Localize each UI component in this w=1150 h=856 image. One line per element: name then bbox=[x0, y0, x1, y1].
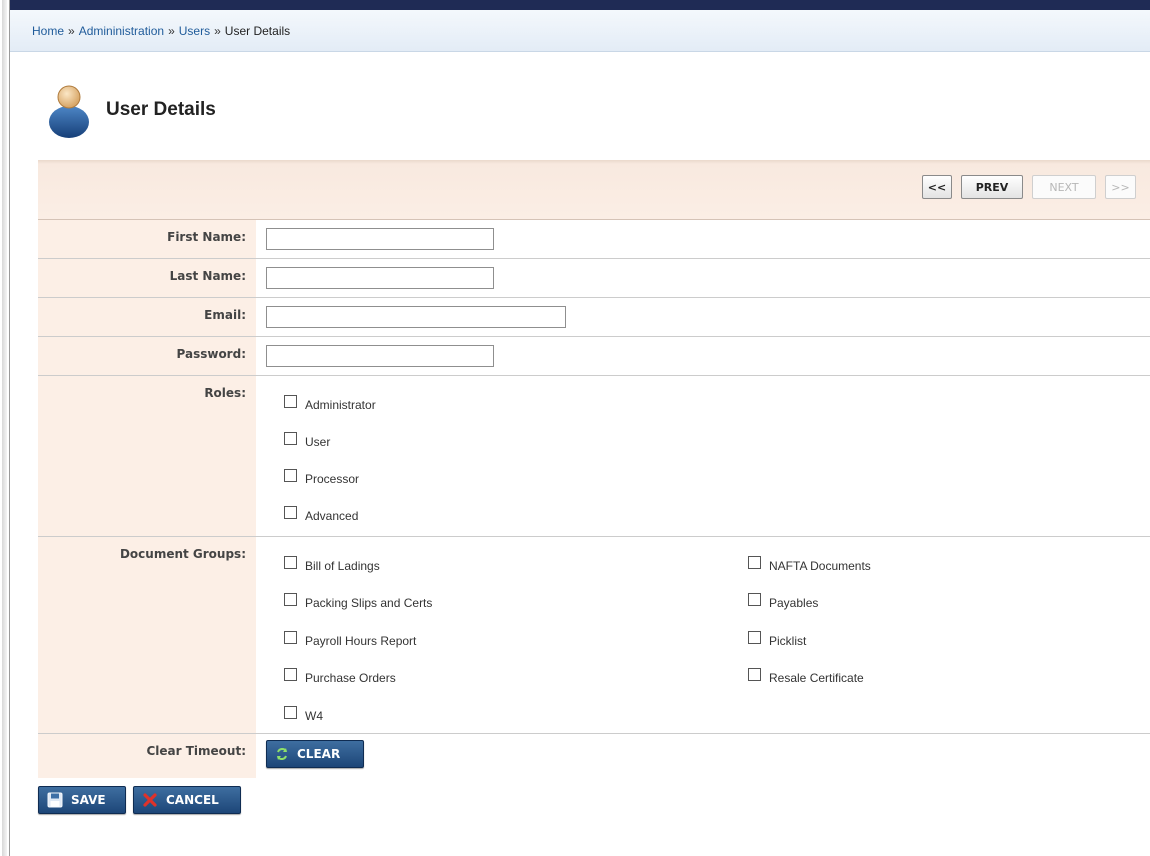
password-row: Password: bbox=[38, 337, 1150, 376]
breadcrumb-current: User Details bbox=[224, 24, 291, 38]
breadcrumb: Home» Admininistration» Users» User Details bbox=[10, 10, 1150, 52]
doc-group-packing-slips[interactable]: Packing Slips and Certs bbox=[266, 583, 730, 620]
doc-group-payables[interactable]: Payables bbox=[730, 583, 1030, 620]
clear-timeout-row: Clear Timeout: CLEAR bbox=[38, 734, 1150, 778]
first-name-field[interactable] bbox=[266, 228, 494, 250]
doc-group-resale-certificate[interactable]: Resale Certificate bbox=[730, 658, 1030, 695]
last-name-label: Last Name: bbox=[38, 259, 256, 297]
email-label: Email: bbox=[38, 298, 256, 336]
role-processor[interactable]: Processor bbox=[266, 458, 1150, 495]
email-field[interactable] bbox=[266, 306, 566, 328]
user-icon bbox=[49, 85, 89, 138]
doc-group-payroll-hours[interactable]: Payroll Hours Report bbox=[266, 620, 730, 657]
checkbox-label: User bbox=[305, 434, 331, 449]
checkbox-label: Processor bbox=[305, 471, 360, 486]
roles-list: Administrator User Processor Advanced bbox=[256, 376, 1150, 536]
doc-group-checkbox[interactable] bbox=[284, 593, 297, 607]
breadcrumb-separator: » bbox=[214, 24, 221, 38]
roles-label: Roles: bbox=[38, 376, 256, 536]
next-button[interactable]: NEXT bbox=[1032, 175, 1096, 199]
form-actions: SAVE CANCEL bbox=[38, 786, 241, 814]
prev-button[interactable]: PREV bbox=[961, 175, 1023, 199]
save-button[interactable]: SAVE bbox=[38, 786, 126, 814]
breadcrumb-separator: » bbox=[68, 24, 75, 38]
floppy-disk-icon bbox=[47, 792, 63, 808]
doc-group-nafta-documents[interactable]: NAFTA Documents bbox=[730, 545, 1030, 582]
role-user[interactable]: User bbox=[266, 421, 1150, 458]
checkbox-label: Resale Certificate bbox=[769, 671, 864, 686]
last-name-field[interactable] bbox=[266, 267, 494, 289]
clear-timeout-button[interactable]: CLEAR bbox=[266, 740, 364, 768]
refresh-icon bbox=[277, 748, 287, 760]
role-administrator[interactable]: Administrator bbox=[266, 384, 1150, 421]
doc-group-checkbox[interactable] bbox=[748, 555, 761, 569]
red-x-icon bbox=[143, 793, 157, 807]
checkbox-label: Packing Slips and Certs bbox=[305, 596, 433, 611]
save-button-label: SAVE bbox=[71, 793, 106, 807]
doc-group-checkbox[interactable] bbox=[284, 705, 297, 719]
email-row: Email: bbox=[38, 298, 1150, 337]
page-header: User Details bbox=[46, 82, 216, 138]
role-advanced[interactable]: Advanced bbox=[266, 495, 1150, 532]
password-label: Password: bbox=[38, 337, 256, 375]
last-page-button[interactable]: >> bbox=[1105, 175, 1136, 199]
doc-group-checkbox[interactable] bbox=[748, 630, 761, 644]
doc-group-purchase-orders[interactable]: Purchase Orders bbox=[266, 658, 730, 695]
clear-button-label: CLEAR bbox=[297, 747, 341, 761]
first-page-button[interactable]: << bbox=[922, 175, 952, 199]
breadcrumb-link-administration[interactable]: Admininistration bbox=[79, 24, 164, 38]
checkbox-label: Picklist bbox=[769, 633, 807, 648]
top-strip bbox=[10, 0, 1150, 10]
checkbox-label: NAFTA Documents bbox=[769, 558, 871, 573]
document-groups-list: Bill of Ladings NAFTA Documents Packing … bbox=[256, 537, 1150, 733]
cancel-button[interactable]: CANCEL bbox=[133, 786, 241, 814]
user-details-form: << PREV NEXT >> First Name: Last Name: E… bbox=[38, 160, 1150, 778]
doc-group-bill-of-ladings[interactable]: Bill of Ladings bbox=[266, 545, 730, 582]
breadcrumb-link-home[interactable]: Home bbox=[32, 24, 64, 38]
clear-timeout-label: Clear Timeout: bbox=[38, 734, 256, 778]
checkbox-label: W4 bbox=[305, 708, 323, 723]
password-field[interactable] bbox=[266, 345, 494, 367]
pager: << PREV NEXT >> bbox=[922, 175, 1136, 199]
doc-group-checkbox[interactable] bbox=[284, 555, 297, 569]
first-name-label: First Name: bbox=[38, 220, 256, 258]
checkbox-label: Advanced bbox=[305, 508, 359, 523]
role-user-checkbox[interactable] bbox=[284, 431, 297, 445]
doc-group-w4[interactable]: W4 bbox=[266, 695, 730, 732]
role-advanced-checkbox[interactable] bbox=[284, 505, 297, 519]
checkbox-label: Administrator bbox=[305, 397, 376, 412]
checkbox-label: Purchase Orders bbox=[305, 671, 396, 686]
breadcrumb-separator: » bbox=[168, 24, 175, 38]
checkbox-label: Payroll Hours Report bbox=[305, 633, 417, 648]
breadcrumb-link-users[interactable]: Users bbox=[179, 24, 210, 38]
cancel-button-label: CANCEL bbox=[166, 793, 219, 807]
pager-bar: << PREV NEXT >> bbox=[38, 160, 1150, 220]
checkbox-label: Payables bbox=[769, 596, 819, 611]
document-groups-row: Document Groups: Bill of Ladings NAFTA D… bbox=[38, 537, 1150, 734]
roles-row: Roles: Administrator User Processor Adva… bbox=[38, 376, 1150, 537]
left-window-edge bbox=[0, 0, 10, 856]
checkbox-label: Bill of Ladings bbox=[305, 558, 380, 573]
document-groups-label: Document Groups: bbox=[38, 537, 256, 733]
page-title: User Details bbox=[106, 99, 216, 120]
doc-group-checkbox[interactable] bbox=[748, 668, 761, 682]
doc-group-checkbox[interactable] bbox=[748, 593, 761, 607]
doc-group-checkbox[interactable] bbox=[284, 668, 297, 682]
doc-group-picklist[interactable]: Picklist bbox=[730, 620, 1030, 657]
role-administrator-checkbox[interactable] bbox=[284, 394, 297, 408]
first-name-row: First Name: bbox=[38, 220, 1150, 259]
last-name-row: Last Name: bbox=[38, 259, 1150, 298]
doc-group-checkbox[interactable] bbox=[284, 630, 297, 644]
role-processor-checkbox[interactable] bbox=[284, 468, 297, 482]
